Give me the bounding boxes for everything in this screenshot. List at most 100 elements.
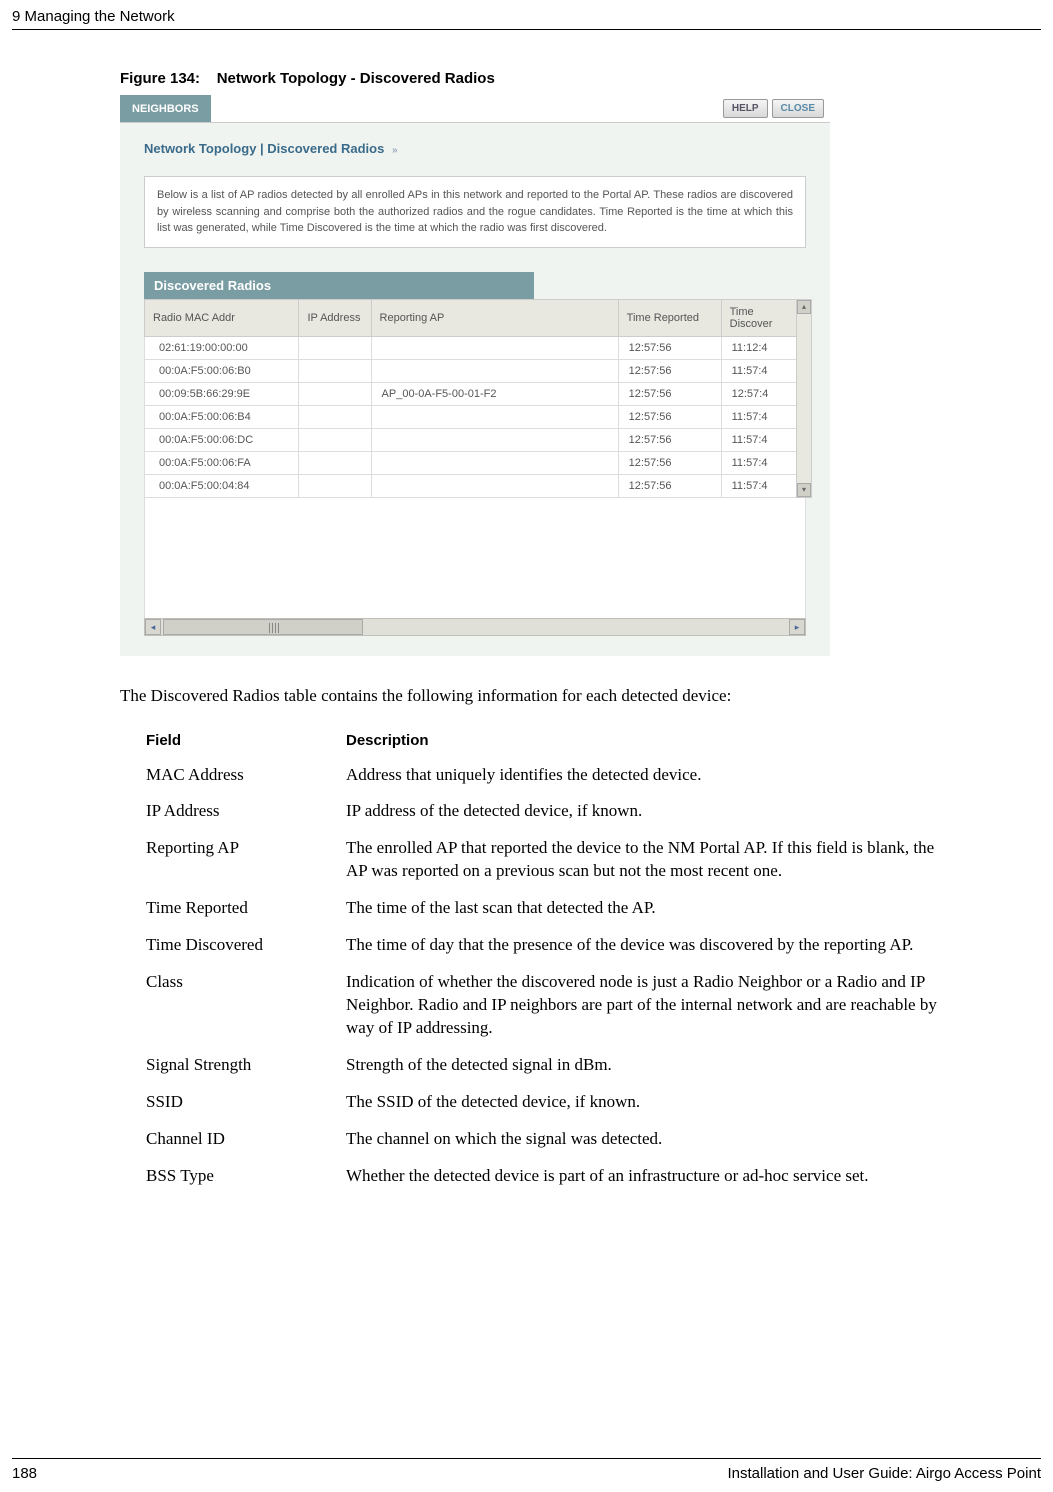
cell-td: 11:57:4	[721, 451, 803, 474]
cell-ip	[299, 451, 371, 474]
cell-ip	[299, 474, 371, 497]
field-row: Time DiscoveredThe time of day that the …	[140, 927, 960, 964]
table-row[interactable]: 00:0A:F5:00:06:B412:57:5611:57:4	[145, 405, 804, 428]
scroll-down-icon[interactable]: ▾	[797, 483, 811, 497]
col-mac[interactable]: Radio MAC Addr	[145, 299, 299, 336]
table-row[interactable]: 00:0A:F5:00:04:84 12:57:5611:57:4	[145, 474, 804, 497]
close-button[interactable]: CLOSE	[772, 99, 824, 118]
scroll-right-icon[interactable]: ▸	[789, 619, 805, 635]
field-desc: Whether the detected device is part of a…	[340, 1158, 960, 1195]
field-name: Time Reported	[140, 890, 340, 927]
field-name: Signal Strength	[140, 1047, 340, 1084]
page-number: 188	[12, 1465, 37, 1482]
field-row: Channel IDThe channel on which the signa…	[140, 1121, 960, 1158]
cell-ap	[371, 405, 618, 428]
field-name: IP Address	[140, 793, 340, 830]
table-row[interactable]: 00:09:5B:66:29:9EAP_00-0A-F5-00-01-F212:…	[145, 382, 804, 405]
field-row: Reporting APThe enrolled AP that reporte…	[140, 830, 960, 890]
horizontal-scrollbar[interactable]: ◂ ▸	[144, 618, 806, 636]
topbar-buttons: HELP CLOSE	[723, 99, 830, 118]
cell-ap	[371, 359, 618, 382]
cell-mac: 00:09:5B:66:29:9E	[145, 382, 299, 405]
field-header-name: Field	[140, 724, 340, 757]
cell-tr: 12:57:56	[618, 474, 721, 497]
info-text: Below is a list of AP radios detected by…	[157, 187, 793, 237]
scrollbar-grip-icon	[269, 623, 279, 633]
cell-ip	[299, 336, 371, 359]
field-table-header: Field Description	[140, 724, 960, 757]
cell-td: 11:57:4	[721, 474, 803, 497]
field-row: Time ReportedThe time of the last scan t…	[140, 890, 960, 927]
field-row: Signal StrengthStrength of the detected …	[140, 1047, 960, 1084]
table-header-row: Radio MAC Addr IP Address Reporting AP T…	[145, 299, 804, 336]
cell-mac: 00:0A:F5:00:04:84	[145, 474, 299, 497]
figure-caption: Figure 134: Network Topology - Discovere…	[120, 70, 1053, 87]
cell-td: 11:57:4	[721, 359, 803, 382]
cell-tr: 12:57:56	[618, 382, 721, 405]
table-row[interactable]: 02:61:19:00:00:00 12:57:5611:12:4	[145, 336, 804, 359]
table-row[interactable]: 00:0A:F5:00:06:B0 12:57:5611:57:4	[145, 359, 804, 382]
cell-tr: 12:57:56	[618, 405, 721, 428]
cell-td: 11:12:4	[721, 336, 803, 359]
app-topbar: NEIGHBORS HELP CLOSE	[120, 95, 830, 123]
col-time-discovered[interactable]: Time Discover	[721, 299, 803, 336]
cell-td: 12:57:4	[721, 382, 803, 405]
header-rule	[12, 29, 1041, 30]
col-ap[interactable]: Reporting AP	[371, 299, 618, 336]
cell-ip	[299, 359, 371, 382]
cell-ap	[371, 474, 618, 497]
tab-neighbors[interactable]: NEIGHBORS	[120, 95, 211, 122]
scrollbar-thumb[interactable]	[163, 619, 363, 635]
intro-paragraph: The Discovered Radios table contains the…	[120, 686, 1053, 706]
field-name: MAC Address	[140, 757, 340, 794]
field-desc: The time of the last scan that detected …	[340, 890, 960, 927]
field-desc: Indication of whether the discovered nod…	[340, 964, 960, 1047]
cell-mac: 00:0A:F5:00:06:B0	[145, 359, 299, 382]
cell-ap	[371, 336, 618, 359]
vertical-scrollbar[interactable]: ▴ ▾	[796, 299, 812, 498]
field-name: Time Discovered	[140, 927, 340, 964]
col-time-reported[interactable]: Time Reported	[618, 299, 721, 336]
col-ip[interactable]: IP Address	[299, 299, 371, 336]
table-row[interactable]: 00:0A:F5:00:06:FA12:57:5611:57:4	[145, 451, 804, 474]
scroll-up-icon[interactable]: ▴	[797, 300, 811, 314]
field-row: IP AddressIP address of the detected dev…	[140, 793, 960, 830]
discovered-radios-table: Radio MAC Addr IP Address Reporting AP T…	[144, 299, 804, 498]
breadcrumb-text: Network Topology | Discovered Radios	[144, 141, 384, 156]
cell-ap	[371, 428, 618, 451]
field-desc: The channel on which the signal was dete…	[340, 1121, 960, 1158]
cell-ap: AP_00-0A-F5-00-01-F2	[371, 382, 618, 405]
cell-mac: 02:61:19:00:00:00	[145, 336, 299, 359]
field-name: BSS Type	[140, 1158, 340, 1195]
figure-label: Figure 134:	[120, 70, 200, 87]
figure-title: Network Topology - Discovered Radios	[217, 70, 495, 87]
field-name: SSID	[140, 1084, 340, 1121]
field-desc: The enrolled AP that reported the device…	[340, 830, 960, 890]
help-button[interactable]: HELP	[723, 99, 768, 118]
field-row: BSS TypeWhether the detected device is p…	[140, 1158, 960, 1195]
field-desc: Address that uniquely identifies the det…	[340, 757, 960, 794]
field-name: Channel ID	[140, 1121, 340, 1158]
cell-ap	[371, 451, 618, 474]
cell-tr: 12:57:56	[618, 428, 721, 451]
cell-tr: 12:57:56	[618, 359, 721, 382]
field-desc: The SSID of the detected device, if know…	[340, 1084, 960, 1121]
field-name: Class	[140, 964, 340, 1047]
cell-ip	[299, 428, 371, 451]
field-desc: IP address of the detected device, if kn…	[340, 793, 960, 830]
field-row: MAC AddressAddress that uniquely identif…	[140, 757, 960, 794]
scroll-left-icon[interactable]: ◂	[145, 619, 161, 635]
screenshot-container: NEIGHBORS HELP CLOSE Network Topology | …	[120, 95, 830, 656]
breadcrumb-arrow-icon: »	[392, 145, 398, 156]
field-row: SSIDThe SSID of the detected device, if …	[140, 1084, 960, 1121]
field-description-table: Field Description MAC AddressAddress tha…	[140, 724, 960, 1195]
cell-tr: 12:57:56	[618, 336, 721, 359]
footer-rule	[12, 1458, 1041, 1459]
section-header: Discovered Radios	[144, 272, 534, 299]
cell-td: 11:57:4	[721, 405, 803, 428]
field-row: ClassIndication of whether the discovere…	[140, 964, 960, 1047]
table-row[interactable]: 00:0A:F5:00:06:DC12:57:5611:57:4	[145, 428, 804, 451]
cell-td: 11:57:4	[721, 428, 803, 451]
cell-ip	[299, 382, 371, 405]
field-name: Reporting AP	[140, 830, 340, 890]
